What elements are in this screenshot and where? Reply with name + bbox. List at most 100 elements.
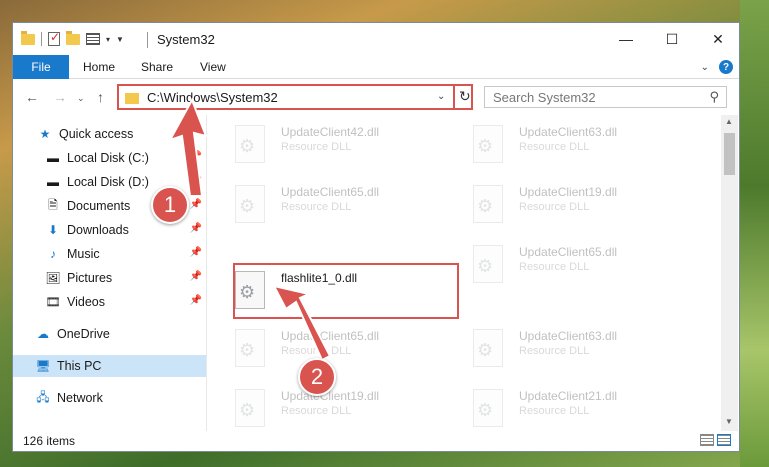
download-icon: ⬇ <box>47 223 59 237</box>
view-toggle <box>700 434 731 446</box>
help-icon[interactable]: ? <box>719 60 733 74</box>
tab-share[interactable]: Share <box>141 55 173 79</box>
sidebar-item-music[interactable]: ♪ Music 📌 <box>45 243 206 265</box>
file-list: UpdateClient42.dll Resource DLL UpdateCl… <box>213 115 721 431</box>
sidebar-item-label: Music <box>67 247 100 261</box>
ribbon-tabs: File Home Share View ⌄ ? <box>13 55 739 79</box>
details-view-icon[interactable] <box>700 434 714 446</box>
refresh-icon[interactable]: ↻ <box>459 88 471 105</box>
separator <box>41 32 42 46</box>
file-name: UpdateClient42.dll <box>281 125 380 139</box>
chevron-down-icon[interactable]: ▾ <box>106 35 110 44</box>
pin-icon[interactable]: 📌 <box>190 295 202 306</box>
address-bar[interactable]: C:\Windows\System32 ⌄ ↻ <box>117 84 473 110</box>
quick-access-toolbar: ▾ ▼ <box>21 30 124 46</box>
scroll-down-icon[interactable]: ▼ <box>725 417 733 426</box>
title-bar: ▾ ▼ System32 — ☐ ✕ <box>13 23 739 55</box>
sidebar-item-label: Downloads <box>67 223 129 237</box>
scrollbar-thumb[interactable] <box>724 133 735 175</box>
sidebar-item-label: OneDrive <box>57 327 110 341</box>
expand-ribbon-icon[interactable]: ⌄ <box>701 62 709 73</box>
file-item[interactable]: UpdateClient21.dll Resource DLL <box>451 383 671 431</box>
sidebar-item-label: Quick access <box>59 127 134 141</box>
up-arrow-icon[interactable]: ↑ <box>97 89 104 105</box>
sidebar-item-label: Local Disk (C:) <box>67 151 149 165</box>
file-type: Resource DLL <box>281 141 352 153</box>
pin-icon[interactable]: 📌 <box>190 247 202 258</box>
customize-icon[interactable] <box>86 33 100 45</box>
sidebar-item-videos[interactable]: 🎞 Videos 📌 <box>45 291 206 313</box>
vertical-scrollbar[interactable]: ▲ ▼ <box>721 115 738 431</box>
file-name: UpdateClient19.dll <box>281 389 380 403</box>
file-item[interactable]: UpdateClient42.dll Resource DLL <box>213 119 433 169</box>
file-item[interactable]: UpdateClient65.dll Resource DLL <box>451 239 671 289</box>
video-icon: 🎞 <box>45 295 61 309</box>
pin-icon[interactable]: 📌 <box>190 151 202 162</box>
dll-file-icon <box>473 185 503 223</box>
sidebar-item-this-pc[interactable]: 🖥 This PC <box>13 355 206 377</box>
sidebar-item-pictures[interactable]: 🖼 Pictures 📌 <box>45 267 206 289</box>
sidebar-item-downloads[interactable]: ⬇ Downloads 📌 <box>45 219 206 241</box>
pin-icon[interactable]: 📌 <box>190 271 202 282</box>
file-item[interactable]: UpdateClient63.dll Resource DLL <box>451 323 671 373</box>
qa-dropdown-icon[interactable]: ▼ <box>116 35 124 44</box>
file-name: UpdateClient65.dll <box>519 245 618 259</box>
file-name: UpdateClient19.dll <box>519 185 618 199</box>
file-name: UpdateClient21.dll <box>519 389 618 403</box>
large-icons-view-icon[interactable] <box>717 434 731 446</box>
folder-icon <box>125 93 139 104</box>
separator <box>147 32 148 48</box>
file-item[interactable]: UpdateClient19.dll Resource DLL <box>451 179 671 229</box>
folder-icon <box>21 30 35 45</box>
file-name: UpdateClient63.dll <box>519 329 618 343</box>
dll-file-icon <box>235 125 265 163</box>
sidebar-item-quick-access[interactable]: ★ Quick access <box>37 123 230 145</box>
dll-file-icon <box>235 329 265 367</box>
file-type: Resource DLL <box>519 261 590 273</box>
separator <box>453 86 455 108</box>
dll-file-icon <box>235 185 265 223</box>
sidebar-item-local-disk-c[interactable]: ▬ Local Disk (C:) 📌 <box>45 147 206 169</box>
pin-icon[interactable]: 📌 <box>190 223 202 234</box>
pin-icon[interactable]: 📌 <box>190 175 202 186</box>
sidebar-item-label: Documents <box>67 199 131 213</box>
sidebar-item-label: This PC <box>57 359 102 373</box>
forward-arrow-icon[interactable]: → <box>53 89 67 105</box>
file-name: UpdateClient63.dll <box>519 125 618 139</box>
address-path[interactable]: C:\Windows\System32 <box>147 90 278 105</box>
back-arrow-icon[interactable]: ← <box>25 89 39 105</box>
recent-chevron-icon[interactable]: ⌄ <box>77 93 85 104</box>
close-button[interactable]: ✕ <box>695 23 741 55</box>
file-item[interactable]: UpdateClient63.dll Resource DLL <box>451 119 671 169</box>
status-bar: 126 items <box>13 429 739 453</box>
drive-icon: ▬ <box>47 151 59 165</box>
pane-divider[interactable] <box>206 115 207 431</box>
chevron-down-icon[interactable]: ⌄ <box>437 91 445 102</box>
file-item[interactable]: UpdateClient65.dll Resource DLL <box>213 179 433 229</box>
minimize-button[interactable]: — <box>603 23 649 55</box>
file-name: UpdateClient65.dll <box>281 329 380 343</box>
navigation-bar: ← → ⌄ ↑ C:\Windows\System32 ⌄ ↻ Search S… <box>13 80 739 114</box>
search-input[interactable]: Search System32 ⚲ <box>484 86 727 108</box>
sidebar-item-onedrive[interactable]: ☁ OneDrive <box>35 323 206 345</box>
file-type: Resource DLL <box>281 345 352 357</box>
computer-icon: 🖥 <box>35 359 51 373</box>
file-name: UpdateClient65.dll <box>281 185 380 199</box>
window-title: System32 <box>157 32 215 47</box>
tab-home[interactable]: Home <box>83 55 115 79</box>
search-icon[interactable]: ⚲ <box>709 89 719 105</box>
ribbon-controls: ⌄ ? <box>701 60 733 74</box>
tab-file[interactable]: File <box>13 55 69 79</box>
file-type: Resource DLL <box>519 345 590 357</box>
new-folder-icon[interactable] <box>66 30 80 45</box>
tab-view[interactable]: View <box>200 55 226 79</box>
pin-icon[interactable]: 📌 <box>190 199 202 210</box>
maximize-icon: ☐ <box>665 30 679 47</box>
sidebar-item-label: Videos <box>67 295 105 309</box>
properties-check-icon[interactable] <box>48 30 60 46</box>
sidebar-item-network[interactable]: 🖧 Network <box>35 387 206 409</box>
maximize-button[interactable]: ☐ <box>649 23 695 55</box>
file-type: Resource DLL <box>281 405 352 417</box>
scroll-up-icon[interactable]: ▲ <box>725 117 733 126</box>
step-badge-2: 2 <box>298 358 336 396</box>
